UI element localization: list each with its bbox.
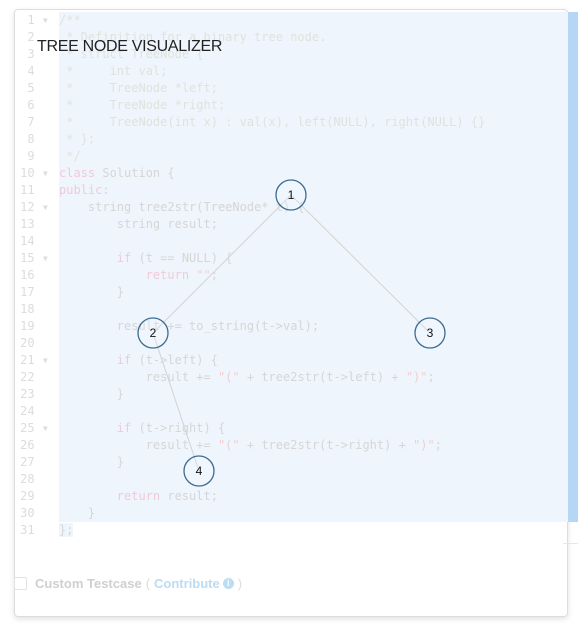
tree-canvas: 1 2 3 4 (137, 179, 446, 487)
tree-edge-1-2 (152, 194, 292, 334)
tree-node-3[interactable]: 3 (414, 317, 446, 349)
custom-testcase-label: Custom Testcase (35, 576, 142, 591)
tree-node-2[interactable]: 2 (137, 317, 169, 349)
custom-testcase-checkbox[interactable] (14, 577, 27, 590)
open-paren: ( (145, 576, 151, 591)
tree-edge-1-3 (290, 194, 431, 334)
tree-node-label: 4 (196, 464, 203, 478)
close-paren: ) (237, 576, 243, 591)
tree-node-4[interactable]: 4 (183, 455, 215, 487)
tree-node-1[interactable]: 1 (275, 179, 307, 211)
info-icon[interactable]: i (222, 578, 234, 589)
tree-edge-2-4 (152, 332, 200, 472)
tree-node-label: 1 (288, 188, 295, 202)
tree-node-label: 2 (150, 326, 157, 340)
contribute-link[interactable]: Contribute (154, 576, 220, 591)
tree-node-label: 3 (427, 326, 434, 340)
custom-testcase-row: Custom Testcase ( Contribute i ) (14, 576, 242, 591)
